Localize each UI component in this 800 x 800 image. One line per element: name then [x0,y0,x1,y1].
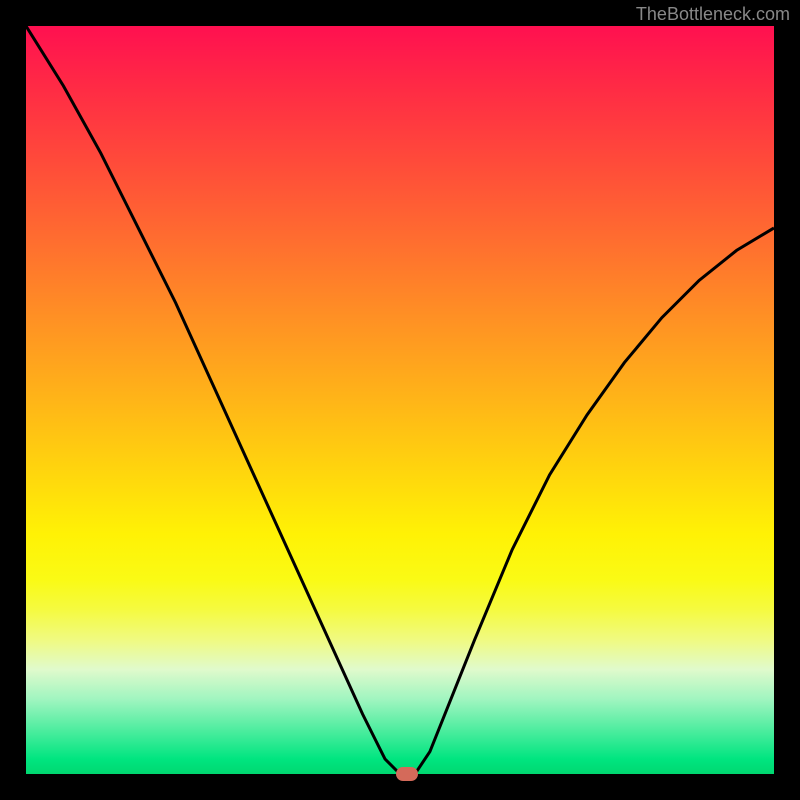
bottleneck-curve [26,26,774,774]
watermark: TheBottleneck.com [636,4,790,25]
chart-container: TheBottleneck.com [0,0,800,800]
optimal-marker [396,767,418,781]
plot-area [26,26,774,774]
